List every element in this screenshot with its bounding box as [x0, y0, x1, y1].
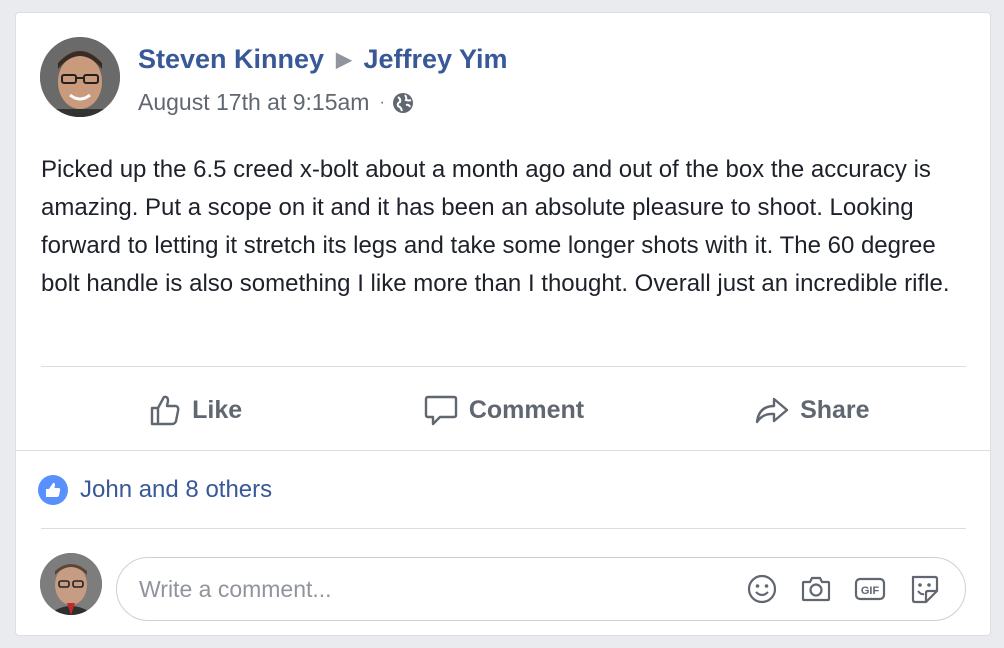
- author-avatar[interactable]: [40, 37, 120, 117]
- comments-divider: [41, 528, 966, 529]
- author-name-link[interactable]: Steven Kinney: [138, 44, 324, 75]
- meta-separator: ·: [379, 93, 385, 111]
- comment-bubble-icon: [424, 395, 458, 426]
- reactions-text[interactable]: John and 8 others: [80, 476, 272, 504]
- current-user-avatar[interactable]: [40, 553, 102, 615]
- share-arrow-icon: [755, 397, 789, 424]
- post-timestamp[interactable]: August 17th at 9:15am: [138, 89, 369, 116]
- share-label: Share: [800, 395, 870, 424]
- sticker-icon[interactable]: [907, 572, 941, 606]
- emoji-icon[interactable]: [745, 572, 779, 606]
- comment-tools: GIF: [745, 572, 941, 606]
- globe-icon[interactable]: [391, 91, 415, 115]
- reactions-summary[interactable]: John and 8 others: [38, 475, 272, 505]
- post-body-text: Picked up the 6.5 creed x-bolt about a m…: [41, 156, 950, 297]
- post-divider: [41, 366, 966, 367]
- comment-input[interactable]: [137, 574, 701, 604]
- comment-label: Comment: [468, 395, 585, 424]
- gif-icon[interactable]: GIF: [853, 572, 887, 606]
- share-arrow-icon: ▶: [336, 49, 352, 71]
- svg-text:GIF: GIF: [861, 585, 880, 597]
- comment-composer: GIF: [116, 557, 966, 621]
- camera-icon[interactable]: [799, 572, 833, 606]
- recipient-name-link[interactable]: Jeffrey Yim: [363, 44, 507, 75]
- like-button[interactable]: Like: [41, 385, 349, 435]
- post-actions-bar: Like Comment Share: [41, 385, 966, 435]
- post-header-names: Steven Kinney ▶ Jeffrey Yim: [138, 44, 508, 75]
- share-button[interactable]: Share: [658, 385, 966, 435]
- comment-button[interactable]: Comment: [349, 385, 657, 435]
- like-badge-icon: [38, 475, 68, 505]
- thumbs-up-icon: [150, 395, 180, 426]
- post-meta: August 17th at 9:15am ·: [138, 89, 415, 116]
- section-divider: [16, 450, 990, 451]
- post-card: Steven Kinney ▶ Jeffrey Yim August 17th …: [15, 12, 991, 636]
- like-label: Like: [192, 395, 243, 424]
